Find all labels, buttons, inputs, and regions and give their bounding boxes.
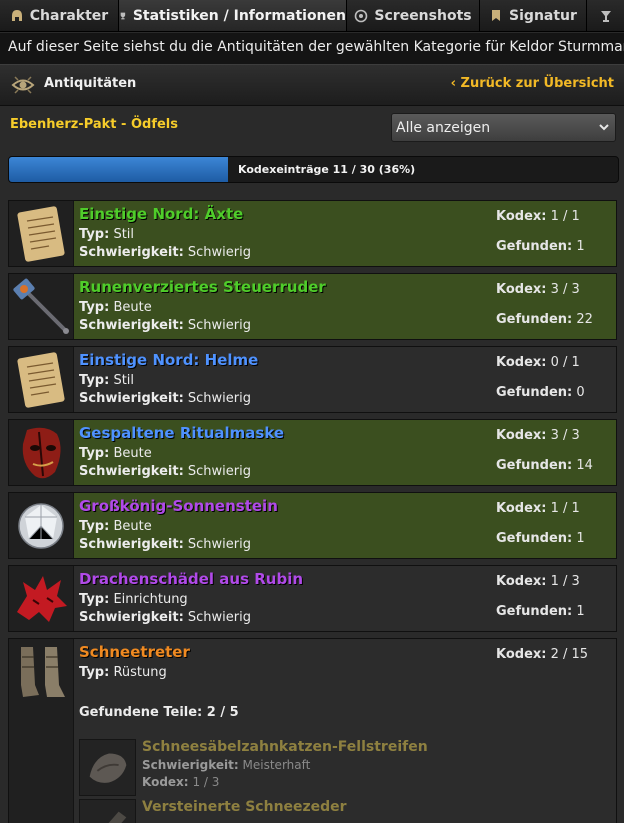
antiquity-type: Beute [113, 446, 152, 461]
codex-progress-bar: Kodexeinträge 11 / 30 (36%) [8, 156, 619, 183]
found-count: 1 [576, 239, 585, 254]
progress-label: Kodexeinträge 11 / 30 (36%) [238, 163, 416, 176]
antiquity-name: Gespaltene Ritualmaske [79, 424, 285, 442]
tab-statistiken[interactable]: Statistiken / Informationen [119, 0, 347, 31]
set-antiquity-row[interactable]: Schneetreter Typ: Rüstung Kodex: 2 / 15 … [8, 638, 617, 823]
trophy-icon [120, 12, 126, 19]
dragon-skull-icon [9, 566, 74, 631]
chevron-down-icon [599, 124, 609, 131]
found-count: 0 [576, 385, 585, 400]
antiquity-difficulty: Schwierig [187, 318, 251, 333]
codex-count: 0 / 1 [550, 355, 580, 370]
camera-icon [355, 9, 368, 22]
found-count: 1 [576, 604, 585, 619]
page-description: Auf dieser Seite siehst du die Antiquitä… [0, 33, 624, 64]
set-part-item[interactable]: Versteinerte Schneezeder [79, 799, 599, 823]
tab-bar: Charakter Statistiken / Informationen Sc… [0, 0, 624, 32]
filter-select[interactable]: Alle anzeigen [391, 113, 616, 142]
antiquity-name: Schneetreter [79, 643, 190, 661]
part-name: Versteinerte Schneezeder [142, 799, 347, 815]
fur-icon [79, 739, 136, 796]
antiquity-name: Großkönig-Sonnenstein [79, 497, 278, 515]
antiquity-difficulty: Schwierig [187, 464, 251, 479]
part-difficulty: Meisterhaft [242, 758, 311, 772]
antiquity-name: Einstige Nord: Helme [79, 351, 259, 369]
codex-count: 1 / 1 [550, 501, 580, 516]
scroll-icon [9, 347, 74, 412]
antiquity-difficulty: Schwierig [187, 610, 251, 625]
banner-icon [492, 9, 501, 21]
codex-count: 1 / 3 [550, 574, 580, 589]
codex-count: 3 / 3 [550, 282, 580, 297]
section-title: Antiquitäten [44, 76, 137, 91]
tab-screenshots[interactable]: Screenshots [347, 0, 480, 31]
antiquity-type: Stil [113, 373, 135, 388]
tab-signatur[interactable]: Signatur [480, 0, 587, 31]
antiquity-difficulty: Schwierig [187, 391, 251, 406]
antiquity-eye-icon [11, 76, 35, 94]
helmet-icon [11, 9, 22, 21]
wood-icon [79, 799, 136, 823]
codex-count: 1 / 1 [550, 209, 580, 224]
antiquity-difficulty: Schwierig [187, 245, 251, 260]
antiquity-type: Einrichtung [113, 592, 188, 607]
mask-icon [9, 420, 74, 485]
antiquity-row[interactable]: Einstige Nord: Helme Typ: Stil Schwierig… [8, 346, 617, 413]
tab-more[interactable] [587, 0, 624, 31]
antiquity-type: Rüstung [113, 665, 167, 680]
boots-icon [9, 639, 74, 823]
antiquity-name: Einstige Nord: Äxte [79, 205, 244, 223]
filter-selected-value: Alle anzeigen [396, 120, 491, 136]
antiquity-row[interactable]: Runenverziertes Steuerruder Typ: Beute S… [8, 273, 617, 340]
section-header: Antiquitäten ‹ Zurück zur Übersicht [0, 64, 624, 106]
codex-count: 3 / 3 [550, 428, 580, 443]
gem-icon [9, 493, 74, 558]
codex-count: 2 / 15 [550, 647, 589, 662]
progress-fill [9, 157, 229, 182]
part-name: Schneesäbelzahnkatzen-Fellstreifen [142, 739, 428, 755]
antiquity-name: Runenverziertes Steuerruder [79, 278, 326, 296]
antiquity-type: Stil [113, 227, 135, 242]
tab-charakter[interactable]: Charakter [0, 0, 119, 31]
found-parts: Gefundene Teile: 2 / 5 [79, 705, 239, 720]
antiquity-row[interactable]: Großkönig-Sonnenstein Typ: Beute Schwier… [8, 492, 617, 559]
found-count: 14 [576, 458, 593, 473]
found-count: 1 [576, 531, 585, 546]
goblet-icon [600, 10, 611, 22]
found-count: 22 [576, 312, 593, 327]
antiquity-difficulty: Schwierig [187, 537, 251, 552]
antiquity-name: Drachenschädel aus Rubin [79, 570, 304, 588]
antiquity-row[interactable]: Einstige Nord: Äxte Typ: Stil Schwierigk… [8, 200, 617, 267]
antiquity-type: Beute [113, 300, 152, 315]
part-codex: 1 / 3 [192, 775, 220, 789]
antiquity-row[interactable]: Drachenschädel aus Rubin Typ: Einrichtun… [8, 565, 617, 632]
scroll-icon [9, 201, 74, 266]
antiquity-row[interactable]: Gespaltene Ritualmaske Typ: Beute Schwie… [8, 419, 617, 486]
set-part-item[interactable]: Schneesäbelzahnkatzen-Fellstreifen Schwi… [79, 739, 599, 797]
back-to-overview-link[interactable]: ‹ Zurück zur Übersicht [451, 76, 614, 91]
antiquity-type: Beute [113, 519, 152, 534]
region-title: Ebenherz-Pakt - Ödfels [10, 117, 178, 132]
staff-icon [9, 274, 74, 339]
